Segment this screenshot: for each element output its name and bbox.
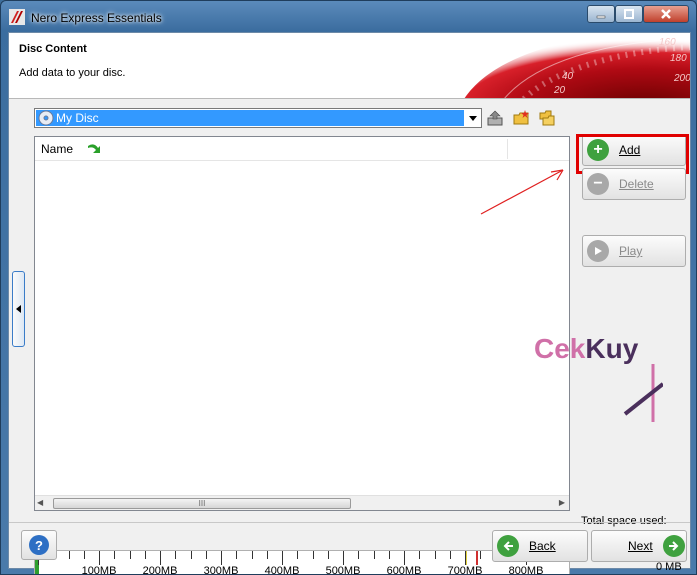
speedo-number: 40 xyxy=(562,71,574,82)
minimize-button[interactable] xyxy=(587,5,615,23)
scroll-left-icon[interactable]: ◀ xyxy=(37,498,43,507)
maximize-icon xyxy=(624,9,634,19)
page-subtitle: Add data to your disc. xyxy=(19,67,126,79)
play-button-label: Play xyxy=(619,244,643,258)
horizontal-scrollbar[interactable]: ◀ III ▶ xyxy=(35,495,569,510)
folder-options-button[interactable] xyxy=(538,109,556,127)
close-button[interactable] xyxy=(643,5,689,23)
minus-icon: − xyxy=(587,173,609,195)
watermark: CekKuy xyxy=(534,333,638,365)
speedometer-graphic: 160 180 40 20 200 xyxy=(464,33,690,98)
folder-star-icon xyxy=(513,110,529,125)
help-icon: ? xyxy=(29,535,49,555)
new-folder-button[interactable] xyxy=(512,109,530,127)
watermark-part1: Cek xyxy=(534,333,586,364)
chevron-down-icon xyxy=(469,115,477,121)
back-button-label: Back xyxy=(529,539,556,553)
next-button[interactable]: Next xyxy=(591,530,687,562)
speedo-number: 160 xyxy=(659,37,676,48)
column-divider[interactable] xyxy=(507,139,508,159)
delete-button[interactable]: − Delete xyxy=(582,168,686,200)
watermark-part2: Kuy xyxy=(585,333,639,364)
column-header-name[interactable]: Name xyxy=(41,142,73,156)
nero-app-icon xyxy=(9,9,25,25)
next-button-label: Next xyxy=(628,539,653,553)
window-title: Nero Express Essentials xyxy=(31,11,162,25)
watermark-x-mark xyxy=(623,364,663,422)
sort-arrow-icon[interactable] xyxy=(87,142,103,156)
collapse-panel-handle[interactable] xyxy=(12,271,25,347)
speedo-number: 20 xyxy=(553,85,566,96)
page-title: Disc Content xyxy=(19,43,87,55)
minimize-icon xyxy=(596,15,606,19)
annotation-arrow xyxy=(480,169,564,215)
help-button[interactable]: ? xyxy=(21,530,57,560)
next-arrow-icon xyxy=(662,535,685,557)
title-bar[interactable]: Nero Express Essentials xyxy=(1,1,696,33)
folders-icon xyxy=(539,110,555,126)
play-icon xyxy=(587,240,609,262)
disc-icon xyxy=(38,110,54,126)
disc-properties-button[interactable] xyxy=(486,109,504,127)
disc-selector-label: My Disc xyxy=(56,111,99,125)
disc-selector-dropdown[interactable]: My Disc xyxy=(34,108,482,128)
back-arrow-icon xyxy=(497,535,519,557)
wizard-client-area: Disc Content Add data to your disc. 160 … xyxy=(8,32,691,574)
maximize-button[interactable] xyxy=(615,5,643,23)
dropdown-arrow[interactable] xyxy=(467,112,479,124)
back-button[interactable]: Back xyxy=(492,530,588,562)
scrollbar-thumb[interactable]: III xyxy=(53,498,351,509)
chevron-left-icon xyxy=(15,305,21,313)
play-button[interactable]: Play xyxy=(582,235,686,267)
disc-properties-icon xyxy=(487,110,503,126)
list-header: Name xyxy=(35,137,569,161)
content-area: My Disc Name ◀ III ▶ + Add − Delete Play… xyxy=(9,100,690,574)
disc-selector-value: My Disc xyxy=(36,110,464,126)
scroll-right-icon[interactable]: ▶ xyxy=(559,498,565,507)
speedo-number: 200 xyxy=(673,73,690,84)
app-window: Nero Express Essentials Disc Content Add… xyxy=(0,0,697,575)
wizard-header: Disc Content Add data to your disc. 160 … xyxy=(9,33,690,99)
speedo-number: 180 xyxy=(670,53,687,64)
delete-button-label: Delete xyxy=(619,177,654,191)
close-icon xyxy=(661,9,671,19)
